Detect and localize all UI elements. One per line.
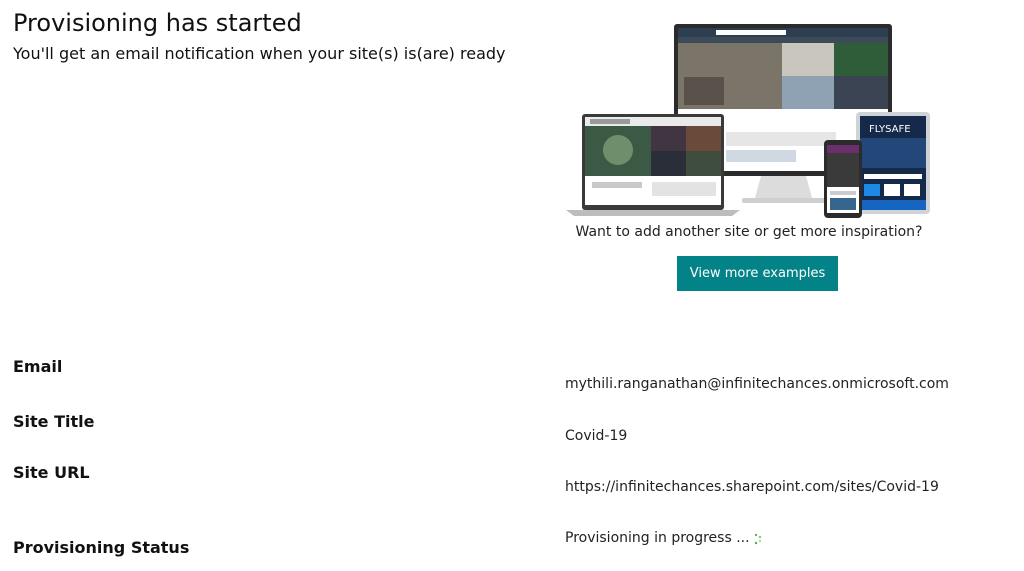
- loading-spinner-icon: [754, 533, 762, 545]
- page-title: Provisioning has started: [13, 9, 302, 37]
- site-title-label: Site Title: [13, 412, 95, 431]
- site-title-value: Covid-19: [565, 428, 628, 444]
- view-more-examples-button[interactable]: View more examples: [677, 256, 838, 291]
- tablet-brand-text: FLYSAFE: [869, 124, 911, 135]
- email-value: mythili.ranganathan@infinitechances.onmi…: [565, 376, 949, 392]
- page-subtitle: You'll get an email notification when yo…: [13, 44, 506, 63]
- site-url-value: https://infinitechances.sharepoint.com/s…: [565, 479, 939, 495]
- provisioning-status-label: Provisioning Status: [13, 538, 190, 557]
- email-label: Email: [13, 357, 63, 376]
- site-examples-illustration: FLYSAFE: [566, 24, 930, 218]
- provisioning-status-value: Provisioning in progress ...: [565, 530, 750, 546]
- phone-illustration: [824, 140, 862, 218]
- laptop-illustration: [566, 114, 740, 216]
- site-url-label: Site URL: [13, 463, 90, 482]
- tablet-illustration: FLYSAFE: [856, 112, 930, 214]
- inspiration-prompt: Want to add another site or get more ins…: [575, 224, 923, 240]
